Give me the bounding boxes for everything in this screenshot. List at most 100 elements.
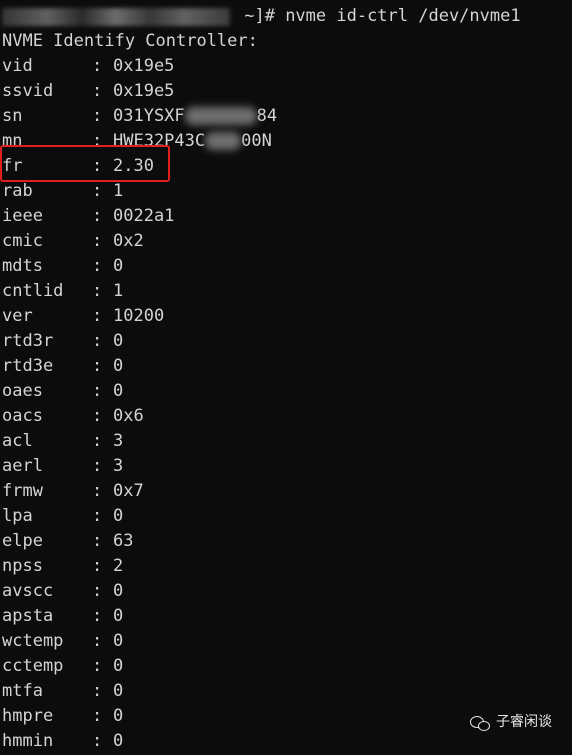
field-value: 0x19e5	[113, 56, 175, 76]
field-row-cctemp: cctemp: 0	[0, 654, 572, 679]
field-row-mn: mn: HWE32P43C 00N	[0, 129, 572, 154]
field-value: 10200	[113, 306, 165, 326]
field-row-fr: fr: 2.30	[0, 154, 572, 179]
field-value-start: HWE32P43C	[113, 131, 206, 151]
field-row-cmic: cmic: 0x2	[0, 229, 572, 254]
field-separator: :	[92, 681, 113, 701]
field-value: 0022a1	[113, 206, 175, 226]
field-separator: :	[92, 306, 113, 326]
field-separator: :	[92, 481, 113, 501]
field-row-oacs: oacs: 0x6	[0, 404, 572, 429]
field-row-sn: sn: 031YSXF 84	[0, 104, 572, 129]
field-key: rtd3r	[2, 331, 54, 351]
terminal-window[interactable]: ~]# nvme id-ctrl /dev/nvme1 NVME Identif…	[0, 0, 572, 755]
redacted-prompt	[2, 7, 230, 26]
field-key: ieee	[2, 206, 43, 226]
field-separator: :	[92, 206, 113, 226]
field-key: acl	[2, 431, 33, 451]
field-value: 0	[113, 681, 124, 701]
field-value: 1	[113, 281, 124, 301]
field-separator: :	[92, 506, 113, 526]
field-value: 0	[113, 331, 124, 351]
field-key: hmpre	[2, 706, 54, 726]
field-separator: :	[92, 531, 113, 551]
command-text: nvme id-ctrl /dev/nvme1	[285, 6, 521, 26]
field-row-apsta: apsta: 0	[0, 604, 572, 629]
field-row-ieee: ieee: 0022a1	[0, 204, 572, 229]
field-row-mtfa: mtfa: 0	[0, 679, 572, 704]
field-row-npss: npss: 2	[0, 554, 572, 579]
redacted-serial	[184, 107, 257, 125]
field-key: oaes	[2, 381, 43, 401]
field-value: 63	[113, 531, 134, 551]
field-key: apsta	[2, 606, 54, 626]
field-separator: :	[92, 631, 113, 651]
prompt-suffix: ~]#	[234, 6, 286, 26]
field-separator: :	[92, 331, 113, 351]
field-separator: :	[92, 81, 113, 101]
field-value: 0x6	[113, 406, 144, 426]
field-key: oacs	[2, 406, 43, 426]
field-key: cntlid	[2, 281, 64, 301]
field-separator: :	[92, 181, 113, 201]
field-key: frmw	[2, 481, 43, 501]
field-separator: :	[92, 456, 113, 476]
output-heading: NVME Identify Controller:	[2, 31, 258, 51]
field-value: 0x19e5	[113, 81, 175, 101]
field-separator: :	[92, 581, 113, 601]
field-row-mdts: mdts: 0	[0, 254, 572, 279]
field-row-elpe: elpe: 63	[0, 529, 572, 554]
field-separator: :	[92, 231, 113, 251]
field-separator: :	[92, 256, 113, 276]
field-separator: :	[92, 556, 113, 576]
field-value: 3	[113, 431, 124, 451]
watermark: 子睿闲谈	[470, 710, 552, 735]
field-key: avscc	[2, 581, 54, 601]
field-row-aerl: aerl: 3	[0, 454, 572, 479]
field-value: 0	[113, 381, 124, 401]
field-key: aerl	[2, 456, 43, 476]
field-row-ssvid: ssvid: 0x19e5	[0, 79, 572, 104]
field-value: 3	[113, 456, 124, 476]
wechat-icon	[470, 715, 490, 731]
field-value: 0	[113, 256, 124, 276]
field-value: 2.30	[113, 156, 154, 176]
field-key: cmic	[2, 231, 43, 251]
field-separator: :	[92, 356, 113, 376]
field-value-end: 00N	[241, 131, 272, 151]
field-separator: :	[92, 106, 113, 126]
field-value: 0	[113, 731, 124, 751]
field-key: mn	[2, 131, 23, 151]
field-key: sn	[2, 106, 23, 126]
field-value: 2	[113, 556, 124, 576]
field-row-wctemp: wctemp: 0	[0, 629, 572, 654]
field-row-rtd3r: rtd3r: 0	[0, 329, 572, 354]
field-row-frmw: frmw: 0x7	[0, 479, 572, 504]
field-value: 0	[113, 706, 124, 726]
field-separator: :	[92, 431, 113, 451]
field-row-rab: rab: 1	[0, 179, 572, 204]
field-row-lpa: lpa: 0	[0, 504, 572, 529]
field-value: 0	[113, 356, 124, 376]
field-separator: :	[92, 281, 113, 301]
field-value: 0	[113, 656, 124, 676]
field-value-end: 84	[256, 106, 278, 126]
field-key: fr	[2, 156, 23, 176]
field-key: wctemp	[2, 631, 64, 651]
field-row-rtd3e: rtd3e: 0	[0, 354, 572, 379]
field-separator: :	[92, 731, 113, 751]
field-value: 1	[113, 181, 124, 201]
field-value: 0x2	[113, 231, 144, 251]
field-separator: :	[92, 56, 113, 76]
field-row-cntlid: cntlid: 1	[0, 279, 572, 304]
field-key: rtd3e	[2, 356, 54, 376]
field-separator: :	[92, 656, 113, 676]
redacted-model	[205, 132, 242, 150]
watermark-text: 子睿闲谈	[496, 714, 552, 730]
field-key: mdts	[2, 256, 43, 276]
command-line: ~]# nvme id-ctrl /dev/nvme1	[0, 4, 572, 29]
field-key: lpa	[2, 506, 33, 526]
field-value: 0	[113, 506, 124, 526]
field-key: elpe	[2, 531, 43, 551]
field-key: cctemp	[2, 656, 64, 676]
